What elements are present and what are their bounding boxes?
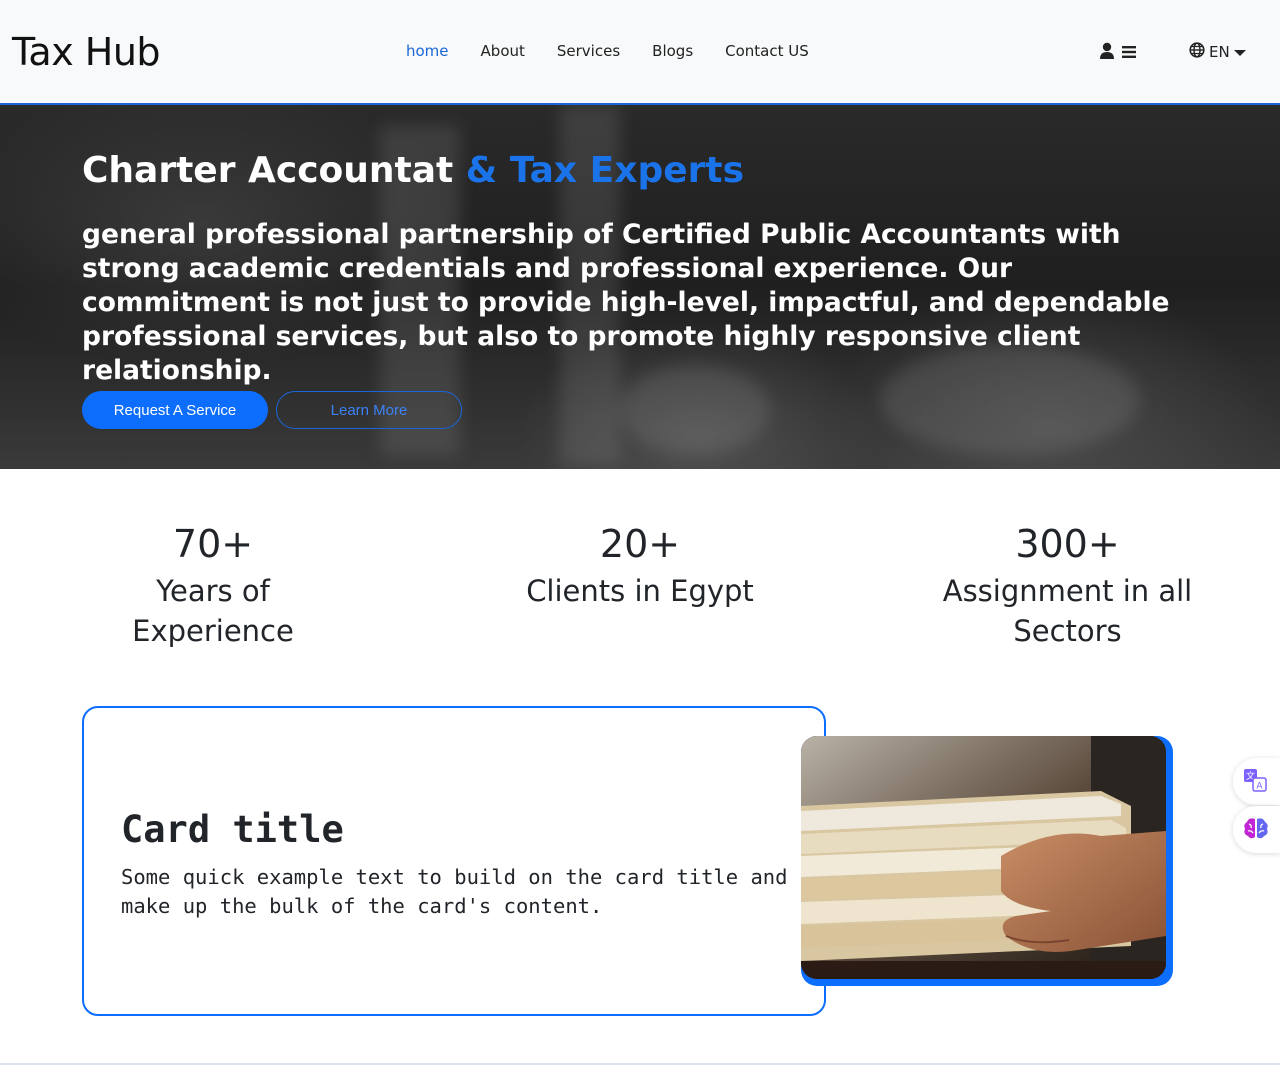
svg-text:A: A [1256, 781, 1263, 791]
stat-clients: 20+ Clients in Egypt [500, 520, 780, 611]
stat-number: 300+ [1015, 522, 1120, 566]
language-label: EN [1209, 43, 1230, 61]
hero-title: Charter Accountat & Tax Experts [82, 150, 744, 191]
learn-more-button[interactable]: Learn More [276, 391, 462, 429]
ai-assistant-widget[interactable] [1233, 806, 1280, 853]
nav-link-contact[interactable]: Contact US [709, 42, 825, 60]
nav-link-services[interactable]: Services [541, 42, 636, 60]
card-image [801, 736, 1166, 979]
brain-icon [1243, 816, 1269, 844]
stat-number: 70+ [172, 522, 254, 566]
translate-icon: 文A [1243, 768, 1267, 796]
hero-title-accent: & Tax Experts [453, 150, 745, 191]
menu-icon[interactable] [1121, 44, 1137, 63]
nav-link-about[interactable]: About [465, 42, 541, 60]
stat-label: Assignment in all Sectors [942, 574, 1193, 648]
hero-section: Charter Accountat & Tax Experts general … [0, 105, 1280, 469]
nav-link-home[interactable]: home [390, 42, 465, 60]
nav-icons [1099, 42, 1137, 64]
navbar: Tax Hub home About Services Blogs Contac… [0, 0, 1280, 105]
stat-label: Years of Experience [132, 574, 294, 648]
request-service-button[interactable]: Request A Service [82, 391, 268, 429]
card-title: Card title [121, 808, 344, 851]
footer-divider [0, 1063, 1280, 1065]
brand-logo[interactable]: Tax Hub [12, 30, 161, 74]
language-selector[interactable]: EN [1189, 42, 1246, 62]
stat-number: 20+ [599, 522, 681, 566]
globe-icon [1189, 42, 1205, 62]
hero-description: general professional partnership of Cert… [82, 219, 1170, 386]
hero-title-main: Charter Accountat [82, 150, 454, 191]
stat-label: Clients in Egypt [526, 574, 754, 608]
stat-experience: 70+ Years of Experience [100, 520, 326, 651]
caret-down-icon [1233, 43, 1246, 61]
main-nav: home About Services Blogs Contact US [390, 42, 825, 60]
info-card: Card title Some quick example text to bu… [82, 706, 826, 1016]
card-text: Some quick example text to build on the … [121, 865, 788, 918]
user-icon[interactable] [1099, 42, 1115, 64]
stat-assignments: 300+ Assignment in all Sectors [930, 520, 1205, 651]
translate-widget[interactable]: 文A [1233, 758, 1280, 805]
nav-link-blogs[interactable]: Blogs [636, 42, 709, 60]
